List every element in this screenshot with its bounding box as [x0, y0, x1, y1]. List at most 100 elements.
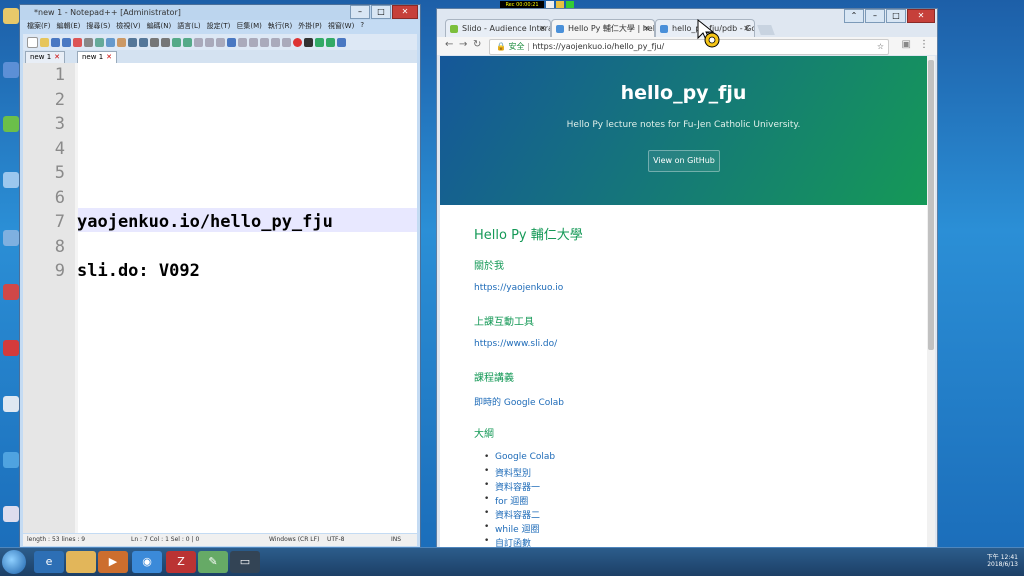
monitor-icon[interactable]	[282, 37, 291, 47]
link-slido[interactable]: https://www.sli.do/	[474, 339, 557, 349]
menu-view[interactable]: 檢視(V)	[116, 21, 140, 33]
menu-macro[interactable]: 巨集(M)	[236, 21, 262, 33]
stop-macro-icon[interactable]	[304, 37, 313, 47]
play-macro-icon[interactable]	[315, 37, 324, 47]
menu-help[interactable]: ?	[360, 21, 364, 33]
menu-run[interactable]: 執行(R)	[268, 21, 292, 33]
indent-guide-icon[interactable]	[227, 37, 236, 47]
app-icon[interactable]	[3, 506, 19, 522]
page-scrollbar[interactable]	[927, 56, 935, 547]
bookmark-star-icon[interactable]: ☆	[877, 40, 884, 54]
zoom-out-icon[interactable]	[183, 37, 192, 47]
close-icon[interactable]: ✕	[539, 20, 546, 37]
chrome-icon[interactable]: ◉	[132, 551, 162, 573]
acrobat-icon[interactable]	[3, 284, 19, 300]
extension-icon[interactable]: ▣	[902, 39, 911, 50]
show-all-icon[interactable]	[216, 37, 225, 47]
menu-edit[interactable]: 編輯(E)	[57, 21, 81, 33]
app-icon[interactable]	[3, 230, 19, 246]
close-icon[interactable]: ✕	[54, 53, 60, 61]
minimize-button[interactable]: –	[350, 5, 370, 19]
code-line[interactable]: yaojenkuo.io/hello_py_fju	[77, 212, 333, 232]
save-macro-icon[interactable]	[337, 37, 346, 47]
function-list-icon[interactable]	[260, 37, 269, 47]
link-about[interactable]: https://yaojenkuo.io	[474, 283, 563, 293]
menu-encoding[interactable]: 編碼(N)	[147, 21, 172, 33]
zoom-in-icon[interactable]	[172, 37, 181, 47]
menu-language[interactable]: 語言(L)	[177, 21, 200, 33]
outline-item[interactable]: 資料容器二	[484, 508, 555, 522]
open-file-icon[interactable]	[40, 37, 49, 47]
browser-tab-slido[interactable]: Slido - Audience Intera ✕	[445, 19, 551, 37]
save-all-icon[interactable]	[62, 37, 71, 47]
close-icon[interactable]: ✕	[106, 53, 112, 61]
folder-workspace-icon[interactable]	[271, 37, 280, 47]
cut-icon[interactable]	[95, 37, 104, 47]
menu-settings[interactable]: 設定(T)	[207, 21, 231, 33]
close-icon[interactable]: ✕	[643, 20, 650, 37]
app-icon[interactable]	[3, 396, 19, 412]
outline-item[interactable]: 資料容器一	[484, 480, 555, 494]
wrap-icon[interactable]	[205, 37, 214, 47]
scrollbar-thumb[interactable]	[928, 60, 934, 350]
start-button[interactable]	[2, 550, 26, 574]
close-icon[interactable]: ✕	[743, 20, 750, 37]
menu-search[interactable]: 搜尋(S)	[86, 21, 110, 33]
url-input[interactable]: 🔒 安全 | https://yaojenkuo.io/hello_py_fju…	[489, 39, 889, 55]
filezilla-icon[interactable]: Z	[166, 551, 196, 573]
close-button[interactable]: ✕	[392, 5, 418, 19]
maximize-button[interactable]: □	[371, 5, 391, 19]
app-icon[interactable]	[3, 340, 19, 356]
menu-kebab-icon[interactable]: ⋮	[919, 39, 929, 50]
network-icon[interactable]	[3, 116, 19, 132]
outline-item[interactable]: while 迴圈	[484, 522, 555, 536]
new-file-icon[interactable]	[27, 36, 38, 48]
media-player-icon[interactable]: ▶	[98, 551, 128, 573]
menu-plugins[interactable]: 外掛(P)	[298, 21, 322, 33]
computer-icon[interactable]	[3, 62, 19, 78]
chrome-shortcut-icon[interactable]	[3, 452, 19, 468]
tab-label: Hello Py 輔仁大學 | hello	[568, 24, 655, 33]
outline-item[interactable]: 資料型別	[484, 466, 555, 480]
new-tab-button[interactable]	[757, 25, 775, 35]
mouse-cursor-icon	[697, 18, 720, 48]
copy-icon[interactable]	[106, 37, 115, 47]
menu-file[interactable]: 檔案(F)	[27, 21, 51, 33]
menu-window[interactable]: 視窗(W)	[328, 21, 354, 33]
find-icon[interactable]	[150, 37, 159, 47]
notepad-title-bar[interactable]: *new 1 - Notepad++ [Administrator] – □ ✕	[20, 5, 420, 20]
print-icon[interactable]	[84, 37, 93, 47]
terminal-icon[interactable]: ▭	[230, 551, 260, 573]
outline-item[interactable]: Google Colab	[484, 452, 555, 466]
redo-icon[interactable]	[139, 37, 148, 47]
recycle-bin-icon[interactable]	[3, 172, 19, 188]
forward-icon[interactable]: →	[459, 39, 467, 50]
clock-time[interactable]: 下午 12:41	[978, 552, 1018, 561]
link-colab[interactable]: 即時的 Google Colab	[474, 395, 564, 408]
folder-icon[interactable]	[3, 8, 19, 24]
replace-icon[interactable]	[161, 37, 170, 47]
code-line[interactable]: sli.do: V092	[77, 261, 200, 281]
ie-icon[interactable]: e	[34, 551, 64, 573]
doc-map-icon[interactable]	[249, 37, 258, 47]
reload-icon[interactable]: ↻	[473, 39, 481, 50]
lang-icon[interactable]	[238, 37, 247, 47]
paste-icon[interactable]	[117, 37, 126, 47]
save-icon[interactable]	[51, 37, 60, 47]
undo-icon[interactable]	[128, 37, 137, 47]
browser-tab-hello-py[interactable]: Hello Py 輔仁大學 | hello ✕	[551, 19, 655, 37]
notepad-menu: 檔案(F) 編輯(E) 搜尋(S) 檢視(V) 編碼(N) 語言(L) 設定(T…	[23, 21, 417, 33]
outline-item[interactable]: 自訂函數	[484, 536, 555, 547]
clock-date[interactable]: 2018/6/13	[978, 561, 1018, 568]
back-icon[interactable]: ←	[445, 39, 453, 50]
editor[interactable]: 1 2 3 4 5 6 7 yaojenkuo.io/hello_py_fju 8 9 sli.do…	[23, 63, 417, 533]
record-macro-icon[interactable]	[293, 37, 302, 47]
run-macro-icon[interactable]	[326, 37, 335, 47]
status-encoding: UTF-8	[327, 536, 345, 543]
outline-item[interactable]: for 迴圈	[484, 494, 555, 508]
sync-icon[interactable]	[194, 37, 203, 47]
close-file-icon[interactable]	[73, 37, 82, 47]
explorer-icon[interactable]	[66, 551, 96, 573]
notepadpp-icon[interactable]: ✎	[198, 551, 228, 573]
view-on-github-button[interactable]: View on GitHub	[648, 150, 720, 172]
